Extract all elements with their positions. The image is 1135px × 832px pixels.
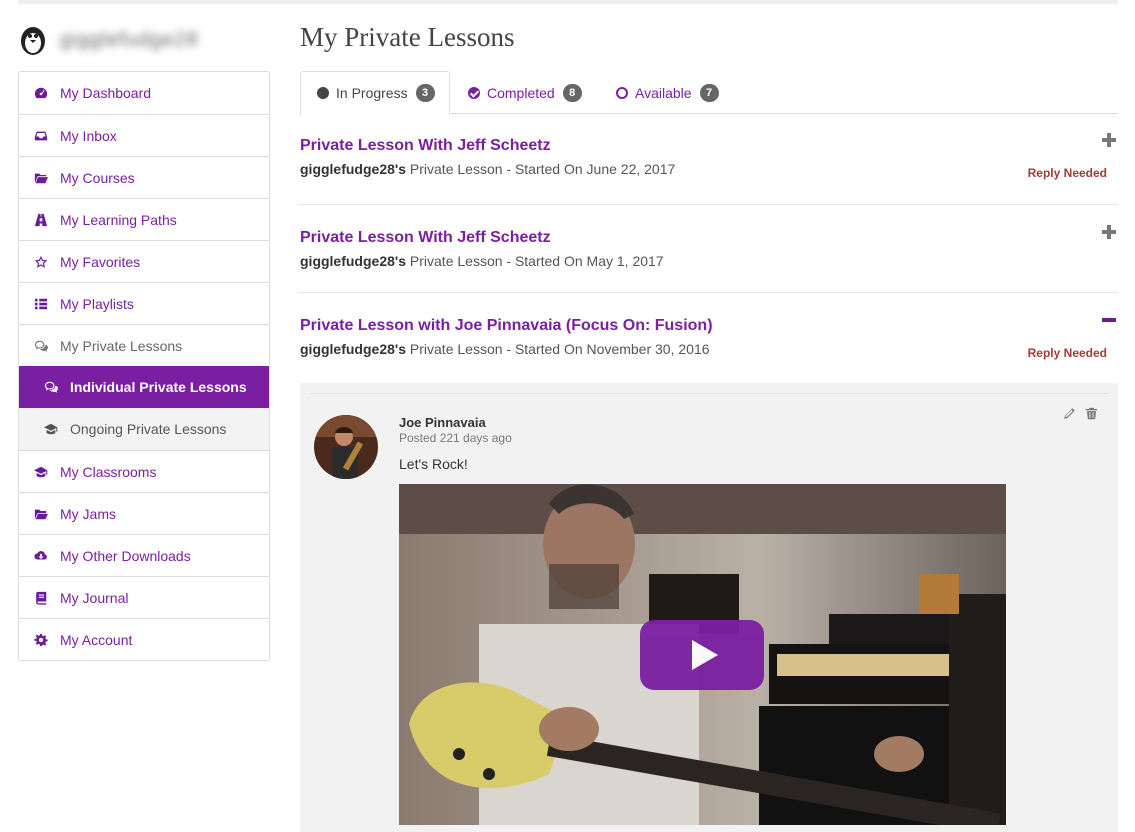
sidebar-item-label: My Courses <box>60 169 135 186</box>
inbox-icon <box>33 128 49 144</box>
play-button[interactable] <box>640 620 764 690</box>
user-header: gigglefudge28 <box>18 22 199 58</box>
sidebar: My Dashboard My Inbox My Courses My Lear… <box>18 71 270 661</box>
username: gigglefudge28 <box>60 28 199 51</box>
reply-needed-label: Reply Needed <box>1027 166 1107 180</box>
check-circle-icon <box>468 86 480 99</box>
count-badge: 3 <box>415 84 435 102</box>
post-body: Let's Rock! <box>399 456 468 472</box>
sidebar-item-label: My Playlists <box>60 295 134 312</box>
sidebar-item-jams[interactable]: My Jams <box>19 492 269 534</box>
lesson-title-link[interactable]: Private Lesson With Jeff Scheetz <box>300 229 551 247</box>
lesson-item: Private Lesson with Joe Pinnavaia (Focus… <box>300 317 1118 383</box>
post: Joe Pinnavaia Posted 221 days ago Let's … <box>310 393 1108 832</box>
tab-label: Available <box>635 84 692 101</box>
post-author: Joe Pinnavaia <box>399 415 486 430</box>
sidebar-item-learning-paths[interactable]: My Learning Paths <box>19 198 269 240</box>
lesson-meta: gigglefudge28's Private Lesson - Started… <box>300 341 710 357</box>
sidebar-item-inbox[interactable]: My Inbox <box>19 114 269 156</box>
cloud-download-icon <box>33 548 49 564</box>
count-badge: 7 <box>699 83 719 102</box>
sidebar-item-classrooms[interactable]: My Classrooms <box>19 450 269 492</box>
tab-completed[interactable]: Completed 8 <box>468 71 582 114</box>
page-title: My Private Lessons <box>300 22 515 52</box>
sidebar-item-label: My Learning Paths <box>60 211 177 228</box>
sidebar-item-label: My Inbox <box>60 127 117 144</box>
lesson-tabs: In Progress 3 Completed 8 Available 7 <box>300 71 1118 115</box>
lesson-item: Private Lesson With Jeff Scheetz gigglef… <box>300 225 1118 293</box>
tab-label: In Progress <box>336 85 408 101</box>
star-icon <box>33 254 49 270</box>
sidebar-item-ongoing-private-lessons[interactable]: Ongoing Private Lessons <box>19 408 269 450</box>
pencil-icon[interactable] <box>1063 407 1076 425</box>
lesson-title-link[interactable]: Private Lesson With Jeff Scheetz <box>300 137 551 155</box>
sidebar-item-label: My Classrooms <box>60 463 157 480</box>
author-avatar <box>314 415 378 479</box>
tab-in-progress[interactable]: In Progress 3 <box>300 71 450 115</box>
sidebar-item-label: Ongoing Private Lessons <box>70 421 227 437</box>
circle-outline-icon <box>616 86 628 99</box>
lesson-thread: Joe Pinnavaia Posted 221 days ago Let's … <box>300 383 1118 832</box>
sidebar-item-label: My Dashboard <box>60 85 152 101</box>
post-timestamp: Posted 221 days ago <box>399 431 512 445</box>
lesson-username: gigglefudge28's <box>300 161 407 177</box>
tab-label: Completed <box>487 84 555 101</box>
trash-icon[interactable] <box>1085 407 1098 425</box>
sidebar-item-label: Individual Private Lessons <box>70 379 247 395</box>
sidebar-item-dashboard[interactable]: My Dashboard <box>19 72 269 114</box>
lesson-meta: gigglefudge28's Private Lesson - Started… <box>300 161 675 177</box>
folder-icon <box>33 506 49 522</box>
expand-plus-icon[interactable] <box>1100 131 1118 149</box>
sidebar-item-label: My Other Downloads <box>60 547 191 564</box>
sidebar-item-label: My Favorites <box>60 253 141 270</box>
sidebar-item-account[interactable]: My Account <box>19 618 269 660</box>
reply-needed-label: Reply Needed <box>1027 346 1107 360</box>
sidebar-item-label: My Journal <box>60 589 129 606</box>
book-icon <box>33 590 49 606</box>
sidebar-item-other-downloads[interactable]: My Other Downloads <box>19 534 269 576</box>
sidebar-item-courses[interactable]: My Courses <box>19 156 269 198</box>
lesson-username: gigglefudge28's <box>300 253 407 269</box>
video-player[interactable] <box>399 484 1006 825</box>
sidebar-item-label: My Private Lessons <box>60 337 183 354</box>
tab-available[interactable]: Available 7 <box>616 71 719 114</box>
sidebar-item-label: My Jams <box>60 505 116 522</box>
circle-filled-icon <box>317 87 329 99</box>
graduation-cap-icon <box>43 421 59 437</box>
lesson-started: Private Lesson - Started On November 30,… <box>406 341 710 357</box>
graduation-cap-icon <box>33 464 49 480</box>
sidebar-item-individual-private-lessons[interactable]: Individual Private Lessons <box>19 366 269 408</box>
list-icon <box>33 296 49 312</box>
chat-icon <box>43 379 59 395</box>
lesson-meta: gigglefudge28's Private Lesson - Started… <box>300 253 664 269</box>
top-divider <box>18 0 1118 4</box>
lesson-started: Private Lesson - Started On June 22, 201… <box>406 161 676 177</box>
dashboard-icon <box>33 85 49 101</box>
folder-open-icon <box>33 170 49 186</box>
lesson-item: Private Lesson With Jeff Scheetz gigglef… <box>300 133 1118 205</box>
expand-plus-icon[interactable] <box>1100 223 1118 241</box>
post-actions <box>1063 407 1098 425</box>
gear-icon <box>33 632 49 648</box>
lesson-title-link[interactable]: Private Lesson with Joe Pinnavaia (Focus… <box>300 317 713 335</box>
sidebar-item-journal[interactable]: My Journal <box>19 576 269 618</box>
user-avatar-icon[interactable] <box>18 23 48 57</box>
lesson-username: gigglefudge28's <box>300 341 407 357</box>
collapse-minus-icon[interactable] <box>1100 311 1118 329</box>
lesson-started: Private Lesson - Started On May 1, 2017 <box>406 253 664 269</box>
chat-icon <box>33 338 49 354</box>
road-icon <box>33 212 49 228</box>
sidebar-item-playlists[interactable]: My Playlists <box>19 282 269 324</box>
count-badge: 8 <box>562 83 582 102</box>
sidebar-item-label: My Account <box>60 631 133 648</box>
sidebar-item-favorites[interactable]: My Favorites <box>19 240 269 282</box>
sidebar-item-private-lessons[interactable]: My Private Lessons <box>19 324 269 366</box>
